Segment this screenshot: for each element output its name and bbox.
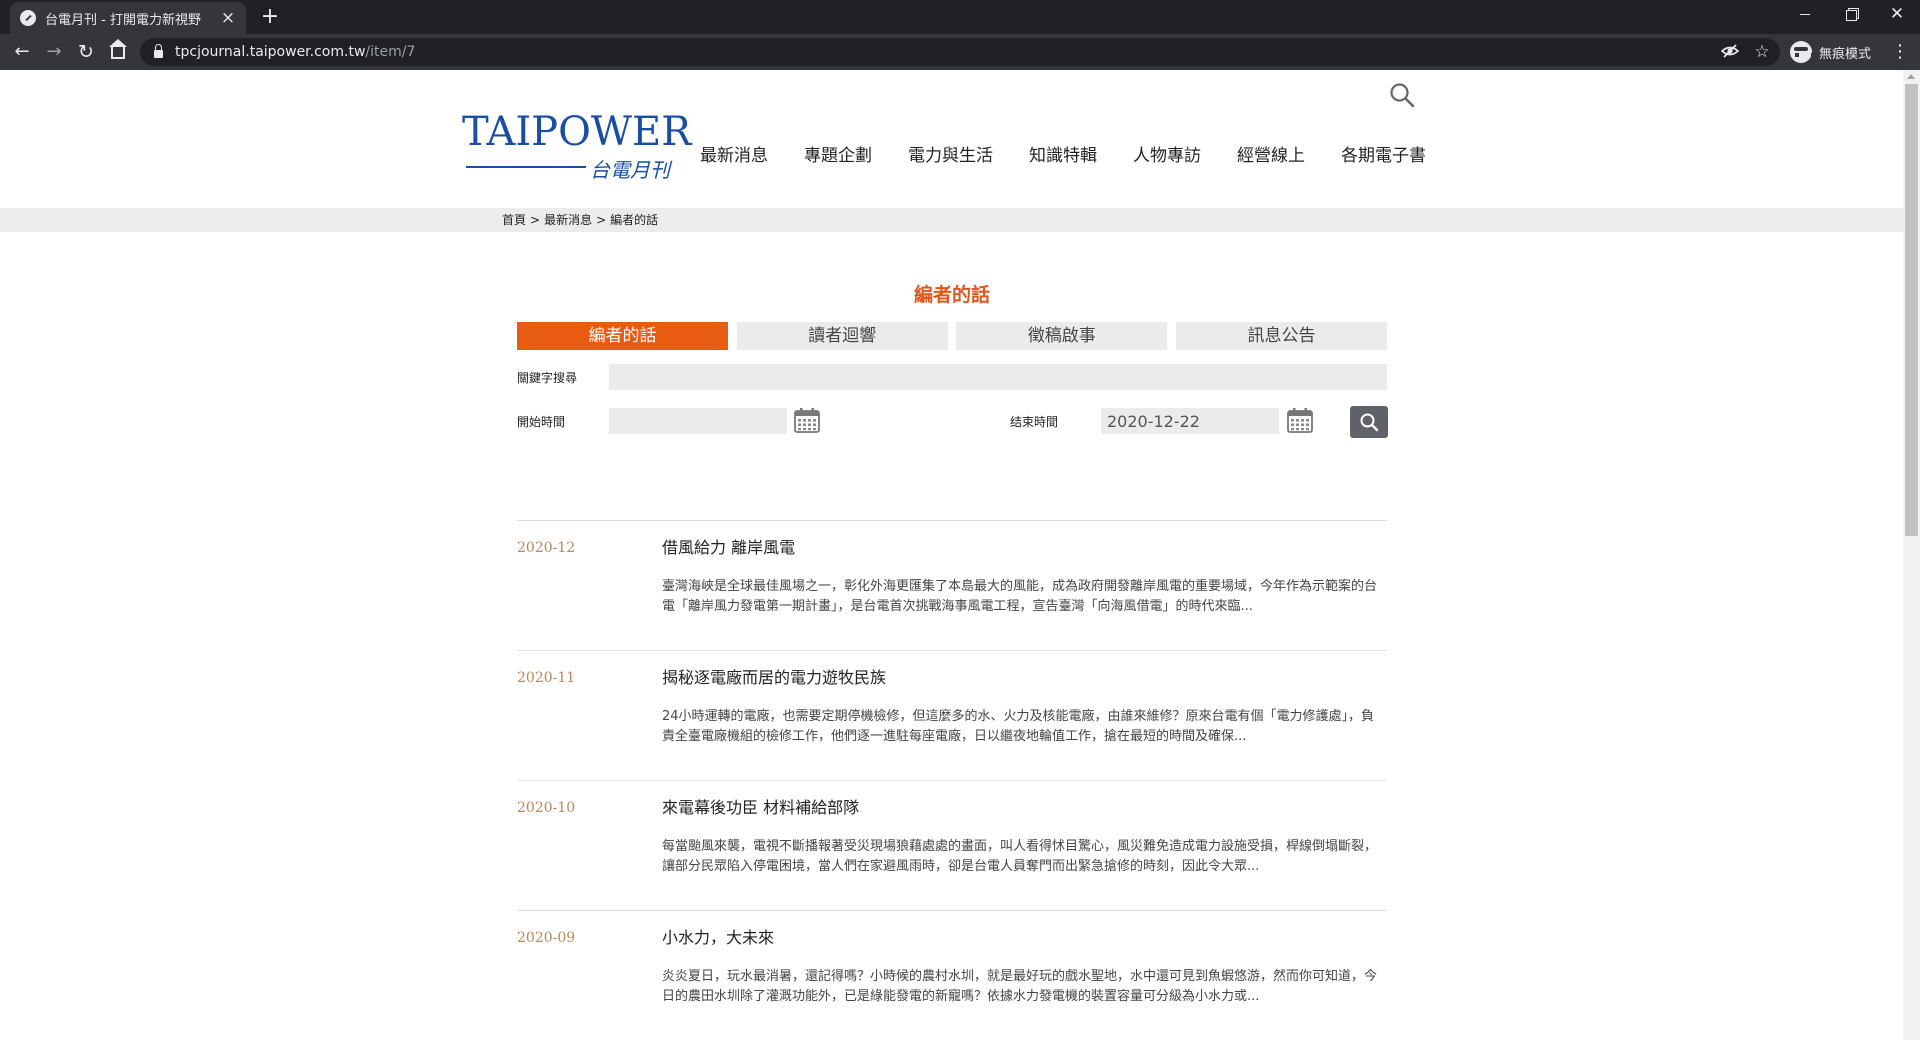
breadcrumb: 首頁 > 最新消息 > 編者的話 (502, 212, 658, 228)
nav-special-features[interactable]: 專題企劃 (804, 144, 872, 168)
taipower-logo[interactable]: TAIPOWER 台電月刊 (462, 110, 691, 182)
nav-latest-news[interactable]: 最新消息 (700, 144, 768, 168)
article-title[interactable]: 小水力，大未來 (662, 927, 774, 949)
breadcrumb-section[interactable]: 最新消息 (544, 212, 592, 228)
breadcrumb-separator: > (530, 213, 541, 227)
breadcrumb-home[interactable]: 首頁 (502, 212, 526, 228)
category-tabs: 編者的話 讀者迴響 徵稿啟事 訊息公告 (517, 322, 1387, 350)
close-tab-icon[interactable]: × (220, 10, 236, 27)
scrollbar-thumb[interactable] (1905, 84, 1918, 536)
article-excerpt: 臺灣海峽是全球最佳風場之一，彰化外海更匯集了本島最大的風能，成為政府開發離岸風電… (662, 579, 1378, 614)
end-date-input[interactable] (1101, 408, 1279, 434)
end-date-label: 结束時間 (1010, 415, 1059, 429)
tab-reader-feedback[interactable]: 讀者迴響 (736, 322, 948, 350)
keyword-input[interactable] (609, 364, 1387, 390)
nav-ebooks[interactable]: 各期電子書 (1341, 144, 1426, 168)
home-icon[interactable] (104, 38, 132, 66)
calendar-icon[interactable] (793, 406, 821, 434)
tab-call-for-papers[interactable]: 徵稿啟事 (956, 322, 1168, 350)
logo-wordmark: TAIPOWER (462, 109, 692, 155)
browser-toolbar: ← → ↻ tpcjournal.taipower.com.tw/item/7 … (0, 34, 1920, 70)
nav-power-and-life[interactable]: 電力與生活 (908, 144, 993, 168)
page-viewport: TAIPOWER 台電月刊 最新消息 專題企劃 電力與生活 知識特輯 人物專訪 … (0, 70, 1903, 1040)
page-scrollbar[interactable] (1903, 70, 1920, 1040)
incognito-indicator[interactable]: 無痕模式 (1790, 38, 1871, 66)
tab-title: 台電月刊 - 打開電力新視野 (45, 12, 201, 28)
article-date: 2020-12 (517, 540, 576, 556)
list-item[interactable]: 2020-12 借風給力 離岸風電 臺灣海峽是全球最佳風場之一，彰化外海更匯集了… (517, 520, 1387, 650)
breadcrumb-bar: 首頁 > 最新消息 > 編者的話 (0, 208, 1903, 232)
minimize-window-button[interactable] (1782, 0, 1828, 30)
article-list: 2020-12 借風給力 離岸風電 臺灣海峽是全球最佳風場之一，彰化外海更匯集了… (517, 520, 1387, 1040)
incognito-icon (1790, 41, 1815, 63)
site-favicon-icon (20, 10, 36, 26)
calendar-icon[interactable] (1286, 406, 1314, 434)
address-bar[interactable]: tpcjournal.taipower.com.tw/item/7 ☆ (140, 38, 1780, 66)
nav-interviews[interactable]: 人物專訪 (1133, 144, 1201, 168)
close-window-button[interactable]: ✕ (1874, 0, 1920, 30)
forward-arrow-icon[interactable]: → (40, 38, 68, 66)
search-icon (1360, 413, 1379, 432)
tracking-blocked-icon[interactable] (1720, 42, 1740, 62)
restore-window-button[interactable] (1828, 0, 1874, 30)
logo-subtitle: 台電月刊 (590, 158, 670, 182)
article-excerpt: 每當颱風來襲，電視不斷播報著受災現場狼藉處處的畫面，叫人看得怵目驚心，風災難免造… (662, 839, 1378, 874)
scroll-up-arrow-icon[interactable] (1907, 74, 1915, 79)
nav-knowledge[interactable]: 知識特輯 (1029, 144, 1097, 168)
browser-tab[interactable]: 台電月刊 - 打開電力新視野 × (10, 2, 246, 34)
article-date: 2020-09 (517, 930, 576, 946)
site-header: TAIPOWER 台電月刊 最新消息 專題企劃 電力與生活 知識特輯 人物專訪 … (0, 70, 1903, 208)
list-item[interactable]: 2020-11 揭秘逐電廠而居的電力遊牧民族 24小時運轉的電廠，也需要定期停機… (517, 650, 1387, 780)
article-title[interactable]: 揭秘逐電廠而居的電力遊牧民族 (662, 667, 886, 689)
start-date-input[interactable] (609, 408, 787, 434)
tab-editors-note[interactable]: 編者的話 (517, 322, 728, 350)
header-search-icon[interactable] (1389, 82, 1415, 108)
list-item[interactable]: 2020-10 來電幕後功臣 材料補給部隊 每當颱風來襲，電視不斷播報著受災現場… (517, 780, 1387, 910)
article-excerpt: 24小時運轉的電廠，也需要定期停機檢修，但這麼多的水、火力及核能電廠，由誰來維修… (662, 709, 1375, 744)
tab-announcements[interactable]: 訊息公告 (1175, 322, 1387, 350)
breadcrumb-current: 編者的話 (610, 213, 659, 227)
back-arrow-icon[interactable]: ← (8, 38, 36, 66)
article-date: 2020-10 (517, 800, 576, 816)
browser-tabstrip: 台電月刊 - 打開電力新視野 × + ✕ (0, 0, 1920, 34)
nav-operations[interactable]: 經營線上 (1237, 144, 1305, 168)
breadcrumb-separator: > (596, 213, 607, 227)
incognito-label: 無痕模式 (1819, 46, 1872, 62)
main-nav: 最新消息 專題企劃 電力與生活 知識特輯 人物專訪 經營線上 各期電子書 (700, 144, 1462, 168)
logo-underline (466, 166, 586, 168)
search-button[interactable] (1350, 406, 1388, 438)
new-tab-icon[interactable]: + (258, 4, 282, 30)
article-title[interactable]: 來電幕後功臣 材料補給部隊 (662, 797, 859, 819)
lock-icon[interactable] (154, 44, 163, 58)
bookmark-star-icon[interactable]: ☆ (1752, 42, 1772, 62)
article-excerpt: 炎炎夏日，玩水最消暑，還記得嗎？小時候的農村水圳，就是最好玩的戲水聖地，水中還可… (662, 969, 1378, 1004)
reload-icon[interactable]: ↻ (72, 38, 100, 66)
start-date-label: 開始時間 (517, 415, 566, 429)
page-title: 編者的話 (913, 284, 990, 306)
browser-menu-icon[interactable]: ⋮ (1890, 38, 1910, 66)
keyword-label: 關鍵字搜尋 (517, 371, 578, 385)
url-host: tpcjournal.taipower.com.tw (175, 44, 366, 60)
list-item[interactable]: 2020-09 小水力，大未來 炎炎夏日，玩水最消暑，還記得嗎？小時候的農村水圳… (517, 910, 1387, 1040)
article-date: 2020-11 (517, 670, 576, 686)
url-path: /item/7 (365, 44, 416, 60)
article-title[interactable]: 借風給力 離岸風電 (662, 537, 795, 559)
